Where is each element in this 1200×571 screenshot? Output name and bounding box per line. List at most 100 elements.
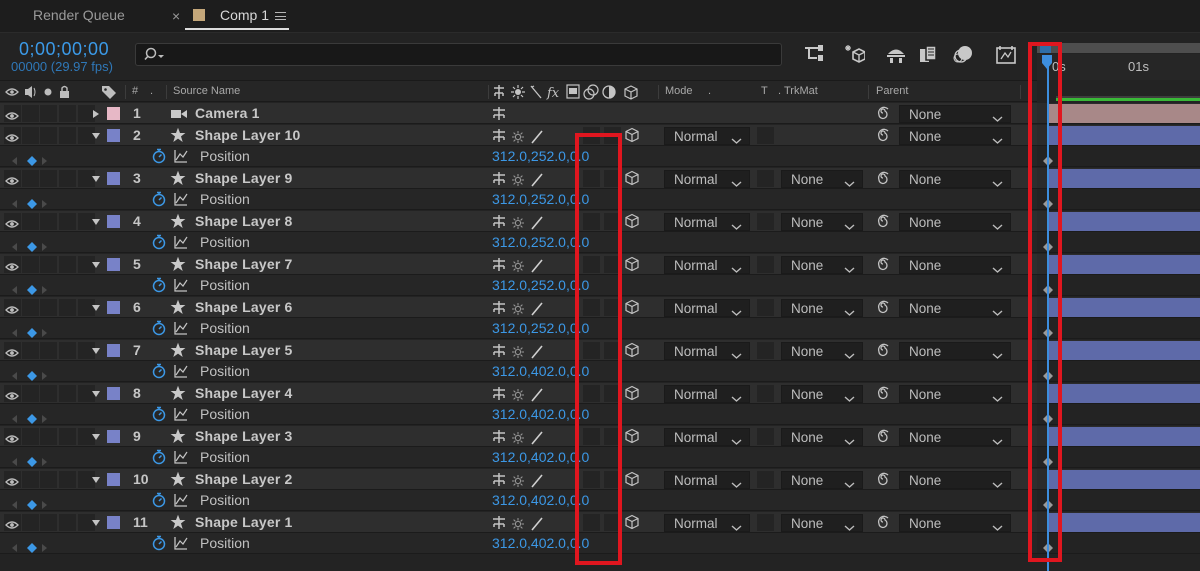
layer-name[interactable]: Shape Layer 3	[195, 426, 293, 447]
layer-duration-bar[interactable]	[1049, 297, 1200, 317]
layer-name[interactable]: Shape Layer 7	[195, 254, 293, 275]
3d-layer-cube-icon[interactable]	[624, 256, 640, 277]
mode-dropdown[interactable]: Normal	[664, 298, 750, 317]
trkmat-dropdown[interactable]: None	[781, 255, 863, 274]
3d-layer-cube-icon[interactable]	[624, 471, 640, 492]
mode-dropdown[interactable]: Normal	[664, 427, 750, 446]
preserve-transparency-box[interactable]	[757, 212, 774, 230]
stopwatch-icon[interactable]	[151, 363, 167, 384]
collapse-triangle-icon[interactable]	[91, 340, 101, 361]
audio-switch[interactable]	[22, 105, 39, 122]
3d-layer-cube-icon[interactable]	[624, 385, 640, 406]
audio-switch[interactable]	[22, 341, 39, 359]
parent-pickwhip-icon[interactable]	[875, 213, 891, 234]
collapse-transformation-switch-icon[interactable]	[492, 342, 506, 363]
video-switch[interactable]	[4, 384, 21, 402]
collapse-triangle-icon[interactable]	[91, 254, 101, 275]
audio-switch[interactable]	[22, 470, 39, 488]
layer-row[interactable]: 1 Camera 1 None	[0, 103, 1037, 124]
parent-header[interactable]: Parent	[876, 81, 908, 103]
3d-layer-cube-icon[interactable]	[624, 299, 640, 320]
property-row[interactable]: Position 312.0,252.0,0.0	[0, 189, 1037, 210]
parent-dropdown[interactable]: None	[899, 427, 1011, 446]
stopwatch-icon[interactable]	[151, 492, 167, 513]
property-row[interactable]: Position 312.0,252.0,0.0	[0, 318, 1037, 339]
lock-switch[interactable]	[59, 427, 76, 445]
collapse-transformation-switch-icon[interactable]	[492, 256, 506, 277]
preserve-transparency-box[interactable]	[757, 255, 774, 273]
trkmat-dropdown[interactable]: None	[781, 341, 863, 360]
layer-label-color[interactable]	[107, 515, 120, 529]
video-switch[interactable]	[4, 169, 21, 187]
layer-duration-bar[interactable]	[1049, 125, 1200, 145]
parent-pickwhip-icon[interactable]	[875, 170, 891, 191]
layer-label-color[interactable]	[107, 171, 120, 185]
layer-name[interactable]: Shape Layer 9	[195, 168, 293, 189]
layer-name[interactable]: Shape Layer 4	[195, 383, 293, 404]
layer-duration-bar[interactable]	[1049, 211, 1200, 231]
preserve-transparency-box[interactable]	[757, 513, 774, 531]
solo-switch[interactable]	[40, 470, 57, 488]
video-switch[interactable]	[4, 341, 21, 359]
collapse-triangle-icon[interactable]	[91, 512, 101, 533]
collapse-triangle-icon[interactable]	[91, 426, 101, 447]
lock-switch[interactable]	[59, 298, 76, 316]
video-switch[interactable]	[4, 212, 21, 230]
mode-dropdown[interactable]: Normal	[664, 255, 750, 274]
layer-label-color[interactable]	[107, 257, 120, 271]
mode-dropdown[interactable]: Normal	[664, 212, 750, 231]
solo-switch[interactable]	[40, 105, 57, 122]
solo-switch[interactable]	[40, 384, 57, 402]
trkmat-dropdown[interactable]: None	[781, 427, 863, 446]
layer-duration-bar[interactable]	[1049, 426, 1200, 446]
preserve-transparency-box[interactable]	[757, 384, 774, 402]
layer-label-color[interactable]	[107, 386, 120, 400]
stopwatch-icon[interactable]	[151, 535, 167, 556]
lock-switch[interactable]	[59, 341, 76, 359]
parent-pickwhip-icon[interactable]	[875, 514, 891, 535]
video-switch[interactable]	[4, 513, 21, 531]
collapse-triangle-icon[interactable]	[91, 168, 101, 189]
layer-name[interactable]: Shape Layer 8	[195, 211, 293, 232]
parent-pickwhip-icon[interactable]	[875, 385, 891, 406]
3d-layer-cube-icon[interactable]	[624, 170, 640, 191]
lock-switch[interactable]	[59, 513, 76, 531]
graph-icon[interactable]	[173, 363, 189, 384]
layer-row[interactable]: 4 Shape Layer 8 Normal None None	[0, 210, 1037, 234]
parent-dropdown[interactable]: None	[899, 105, 1011, 123]
mode-dropdown[interactable]: Normal	[664, 126, 750, 145]
parent-pickwhip-icon[interactable]	[875, 105, 891, 126]
layer-row[interactable]: 6 Shape Layer 6 Normal None None	[0, 296, 1037, 320]
audio-switch[interactable]	[22, 427, 39, 445]
motion-blur-icon[interactable]	[952, 43, 974, 65]
parent-dropdown[interactable]: None	[899, 212, 1011, 231]
trkmat-dropdown[interactable]: None	[781, 212, 863, 231]
3d-layer-cube-icon[interactable]	[624, 514, 640, 535]
layer-row[interactable]: 11 Shape Layer 1 Normal None None	[0, 511, 1037, 535]
graph-icon[interactable]	[173, 535, 189, 556]
collapse-triangle-icon[interactable]	[91, 211, 101, 232]
layer-label-color[interactable]	[107, 214, 120, 228]
graph-icon[interactable]	[173, 492, 189, 513]
video-switch[interactable]	[4, 470, 21, 488]
parent-dropdown[interactable]: None	[899, 384, 1011, 403]
solo-switch[interactable]	[40, 255, 57, 273]
layer-name[interactable]: Shape Layer 2	[195, 469, 293, 490]
parent-dropdown[interactable]: None	[899, 470, 1011, 489]
3d-layer-cube-icon[interactable]	[624, 342, 640, 363]
collapse-transformation-switch-icon[interactable]	[492, 170, 506, 191]
lock-switch[interactable]	[59, 169, 76, 187]
preserve-transparency-box[interactable]	[757, 298, 774, 316]
audio-switch[interactable]	[22, 169, 39, 187]
collapse-transformation-switch-icon[interactable]	[492, 105, 506, 126]
parent-pickwhip-icon[interactable]	[875, 299, 891, 320]
mode-dropdown[interactable]: Normal	[664, 169, 750, 188]
layer-row[interactable]: 3 Shape Layer 9 Normal None None	[0, 167, 1037, 191]
property-row[interactable]: Position 312.0,252.0,0.0	[0, 232, 1037, 253]
parent-dropdown[interactable]: None	[899, 255, 1011, 274]
layer-name[interactable]: Shape Layer 1	[195, 512, 293, 533]
property-row[interactable]: Position 312.0,402.0,0.0	[0, 490, 1037, 511]
collapse-transformation-switch-icon[interactable]	[492, 385, 506, 406]
parent-pickwhip-icon[interactable]	[875, 342, 891, 363]
solo-switch[interactable]	[40, 169, 57, 187]
